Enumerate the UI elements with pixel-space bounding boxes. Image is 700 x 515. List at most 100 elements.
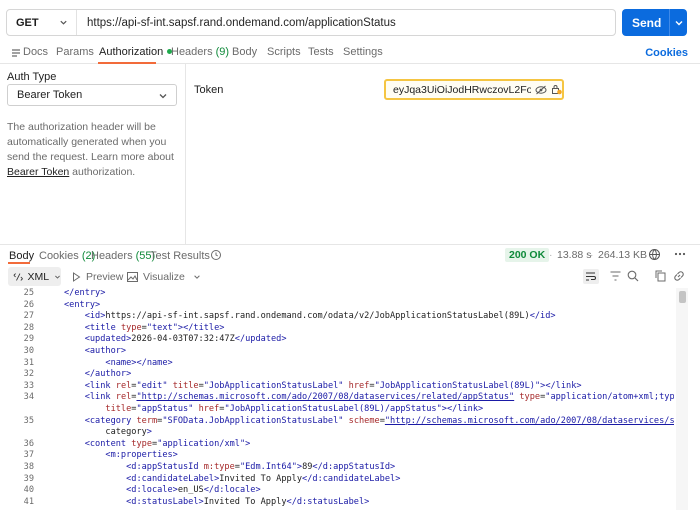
tab-authorization-label: Authorization: [99, 46, 164, 58]
tab-docs[interactable]: Docs: [23, 46, 48, 58]
token-input[interactable]: eyJqa3UiOiJodHRwczovL2Foc3M0Z3: [384, 79, 564, 100]
code-line: 39 <d:candidateLabel>Invited To Apply</d…: [0, 474, 674, 486]
response-time[interactable]: 13.88 s: [557, 249, 591, 261]
preview-button[interactable]: Preview: [72, 271, 123, 283]
code-text: category>: [64, 427, 152, 438]
search-icon[interactable]: [627, 270, 639, 282]
code-text: <category term="SFOData.JobApplicationSt…: [84, 415, 674, 426]
tab-headers[interactable]: Headers (9): [171, 46, 229, 58]
code-text: <d:locale>en_US</d:locale>: [126, 485, 261, 496]
code-line: title="appStatus" href="JobApplicationSt…: [0, 404, 674, 416]
chevron-down-icon: [159, 94, 167, 99]
wrap-lines-button[interactable]: [583, 269, 599, 284]
token-value: eyJqa3UiOiJodHRwczovL2Foc3M0Z3: [393, 83, 531, 96]
code-text: <m:properties>: [105, 450, 178, 461]
method-select[interactable]: GET: [7, 10, 77, 35]
code-line: 38 <d:appStatusId m:type="Edm.Int64">89<…: [0, 462, 674, 474]
eye-off-icon[interactable]: [535, 85, 547, 95]
method-label: GET: [16, 16, 39, 29]
line-number: 39: [23, 473, 34, 484]
tab-authorization[interactable]: Authorization: [99, 46, 173, 58]
tab-tests[interactable]: Tests: [308, 46, 334, 58]
code-line: 34 <link rel="http://schemas.microsoft.c…: [0, 392, 674, 404]
code-line: 30 <author>: [0, 346, 674, 358]
code-line: 26 <entry>: [0, 300, 674, 312]
code-text: </author>: [84, 369, 132, 380]
tab-headers-count: (9): [215, 46, 230, 58]
line-number: 41: [23, 496, 34, 507]
code-line: 35 <category term="SFOData.JobApplicatio…: [0, 416, 674, 428]
chevron-down-icon[interactable]: [193, 273, 201, 281]
code-line: 29 <updated>2026-04-03T07:32:47Z</update…: [0, 334, 674, 346]
line-number: 32: [23, 369, 34, 380]
chevron-down-icon[interactable]: [674, 18, 684, 28]
auth-type-select[interactable]: Bearer Token: [7, 84, 177, 106]
auth-type-value: Bearer Token: [17, 89, 83, 101]
code-line: category>: [0, 427, 674, 439]
tab-scripts[interactable]: Scripts: [267, 46, 301, 58]
line-number: 34: [23, 392, 34, 403]
line-number: 26: [23, 299, 34, 310]
wrap-icon: [586, 272, 596, 281]
resp-tab-test-results[interactable]: Test Results: [150, 250, 210, 262]
tab-headers-label: Headers: [171, 46, 213, 58]
auth-type-panel: Auth Type Bearer Token The authorization…: [0, 64, 186, 244]
url-input[interactable]: https://api-sf-int.sapsf.rand.ondemand.c…: [77, 17, 396, 29]
line-number: 27: [23, 311, 34, 322]
code-text: <d:statusLabel>Invited To Apply</d:statu…: [126, 496, 370, 507]
format-label: XML: [27, 270, 50, 283]
auth-note-prefix: The authorization header will be automat…: [7, 121, 174, 163]
code-line: 33 <link rel="edit" title="JobApplicatio…: [0, 381, 674, 393]
play-icon: [73, 272, 81, 282]
tab-settings[interactable]: Settings: [343, 46, 383, 58]
preview-label: Preview: [86, 271, 124, 283]
url-bar: GET https://api-sf-int.sapsf.rand.ondema…: [6, 9, 616, 36]
resp-tab-cookies[interactable]: Cookies (2): [39, 250, 95, 262]
meta-separator: ·: [590, 249, 594, 261]
docs-icon: [12, 49, 20, 57]
line-number: 31: [23, 357, 34, 368]
code-text: <id>https://api-sf-int.sapsf.rand.ondema…: [84, 311, 556, 322]
link-icon[interactable]: [673, 270, 685, 282]
chevron-down-icon: [55, 275, 60, 279]
code-text: </entry>: [64, 288, 106, 298]
code-line: 28 <title type="text"></title>: [0, 323, 674, 335]
line-number: 38: [23, 461, 34, 472]
filter-icon[interactable]: [610, 271, 621, 281]
visualize-button[interactable]: Visualize: [127, 271, 201, 283]
history-icon[interactable]: [210, 249, 222, 261]
tab-body[interactable]: Body: [232, 46, 257, 58]
bearer-token-link[interactable]: Bearer Token: [7, 166, 69, 178]
response-size[interactable]: 264.13 KB: [598, 249, 647, 261]
code-text: <entry>: [64, 299, 101, 310]
code-text: title="appStatus" href="JobApplicationSt…: [105, 403, 484, 414]
more-options-icon[interactable]: [674, 251, 686, 257]
line-number: 40: [23, 485, 34, 496]
code-text: <content type="application/xml">: [84, 438, 251, 449]
auth-note-suffix: authorization.: [69, 166, 136, 178]
code-text: <author>: [84, 345, 127, 356]
resp-active-indicator: [8, 262, 30, 264]
token-label: Token: [194, 84, 224, 96]
send-divider: [669, 9, 670, 36]
code-line: 36 <content type="application/xml">: [0, 439, 674, 451]
resp-tab-headers[interactable]: Headers (55): [91, 250, 155, 262]
scrollbar-thumb[interactable]: [679, 291, 686, 303]
line-number: 28: [23, 322, 34, 333]
send-button[interactable]: Send: [622, 9, 687, 36]
lock-warning-icon[interactable]: [551, 84, 562, 95]
copy-icon[interactable]: [655, 270, 666, 282]
response-body-code[interactable]: 25 </entry> 26 <entry> 27 <id>https://api-sf…: [0, 288, 674, 510]
line-number: 33: [23, 380, 34, 391]
globe-icon[interactable]: [648, 248, 661, 261]
code-format-icon: [13, 272, 23, 281]
tab-params[interactable]: Params: [56, 46, 94, 58]
resp-tab-headers-label: Headers: [91, 250, 133, 262]
cookies-link[interactable]: Cookies: [645, 47, 688, 59]
resp-tab-body[interactable]: Body: [9, 250, 34, 262]
scrollbar-track[interactable]: [676, 288, 688, 510]
status-badge[interactable]: 200 OK: [505, 248, 550, 262]
code-line: 41 <d:statusLabel>Invited To Apply</d:st…: [0, 497, 674, 509]
format-select[interactable]: XML: [8, 267, 61, 286]
code-text: <name></name>: [105, 357, 173, 368]
